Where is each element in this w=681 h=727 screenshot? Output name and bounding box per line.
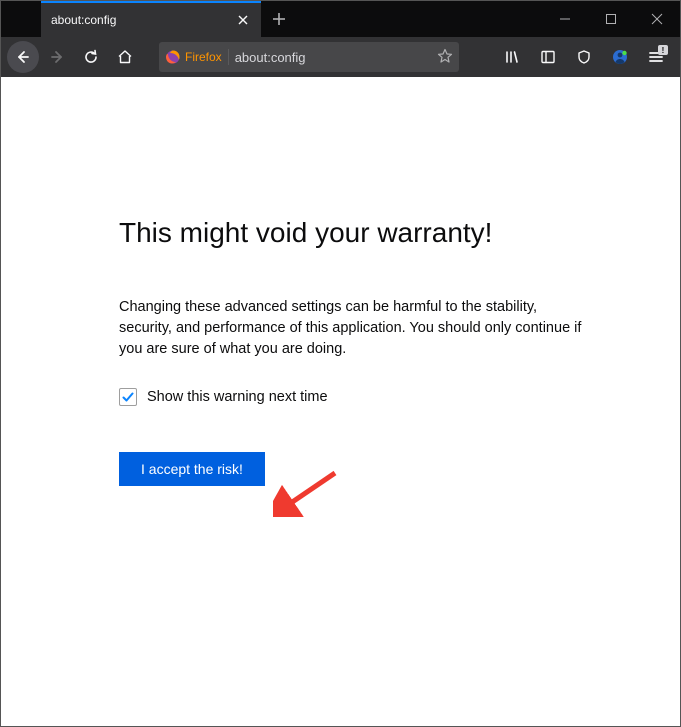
- reload-button[interactable]: [75, 41, 107, 73]
- firefox-icon: [165, 49, 181, 65]
- titlebar: about:config: [1, 1, 680, 37]
- annotation-arrow-icon: [273, 467, 343, 517]
- accept-risk-button[interactable]: I accept the risk!: [119, 452, 265, 486]
- library-icon[interactable]: [498, 43, 526, 71]
- warning-body: Changing these advanced settings can be …: [119, 297, 589, 360]
- home-button[interactable]: [109, 41, 141, 73]
- forward-button: [41, 41, 73, 73]
- notification-badge-icon: !: [658, 45, 668, 55]
- close-window-button[interactable]: [634, 1, 680, 37]
- tab-strip: about:config: [1, 1, 542, 37]
- url-text: about:config: [235, 50, 437, 65]
- url-bar[interactable]: Firefox about:config: [159, 42, 459, 72]
- show-warning-checkbox-row[interactable]: Show this warning next time: [119, 388, 630, 406]
- toolbar-icons: !: [498, 43, 674, 71]
- shield-icon[interactable]: [570, 43, 598, 71]
- minimize-button[interactable]: [542, 1, 588, 37]
- bookmark-star-icon[interactable]: [437, 48, 453, 67]
- profile-icon[interactable]: [606, 43, 634, 71]
- maximize-button[interactable]: [588, 1, 634, 37]
- nav-toolbar: Firefox about:config !: [1, 37, 680, 77]
- tab-active[interactable]: about:config: [41, 1, 261, 37]
- menu-icon[interactable]: !: [642, 43, 670, 71]
- back-button[interactable]: [7, 41, 39, 73]
- checkbox-label: Show this warning next time: [147, 389, 328, 405]
- new-tab-button[interactable]: [261, 1, 297, 37]
- tab-title: about:config: [51, 13, 235, 27]
- identity-label: Firefox: [185, 50, 222, 64]
- window-controls: [542, 1, 680, 37]
- page-content: This might void your warranty! Changing …: [1, 77, 680, 726]
- browser-window: about:config: [0, 0, 681, 727]
- checkbox-icon[interactable]: [119, 388, 137, 406]
- close-tab-icon[interactable]: [235, 12, 251, 28]
- identity-box[interactable]: Firefox: [165, 49, 229, 65]
- sidebar-icon[interactable]: [534, 43, 562, 71]
- warning-title: This might void your warranty!: [119, 217, 630, 249]
